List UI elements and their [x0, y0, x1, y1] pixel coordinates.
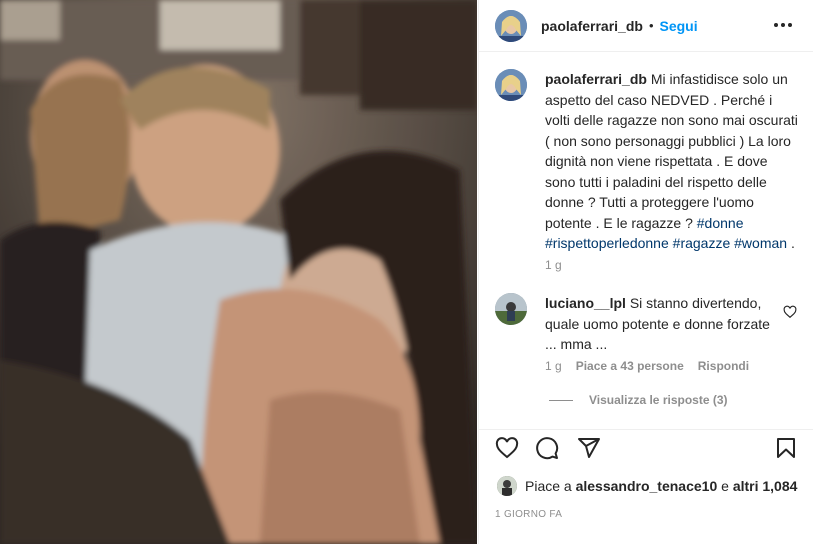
- author-username[interactable]: paolaferrari_db: [541, 18, 643, 34]
- action-bar: [479, 429, 813, 467]
- comment-meta: 1 g Piace a 43 persone Rispondi: [545, 359, 749, 373]
- share-icon[interactable]: [577, 436, 601, 460]
- caption-body: Mi infastidisce solo un aspetto del caso…: [545, 71, 798, 231]
- author-avatar[interactable]: [495, 9, 527, 42]
- likes-summary: Piace a alessandro_tenace10 e altri 1,08…: [497, 476, 797, 496]
- comment-icon[interactable]: [535, 436, 559, 460]
- commenter-avatar-image: [495, 293, 527, 325]
- caption-timestamp[interactable]: 1 g: [545, 258, 562, 272]
- comment-text: luciano__lpl Si stanno divertendo, quale…: [545, 293, 780, 355]
- reply-button[interactable]: Rispondi: [698, 359, 749, 373]
- separator-dot: •: [648, 18, 654, 33]
- likes-prefix: Piace a: [525, 478, 572, 494]
- commenter-avatar[interactable]: [495, 293, 527, 325]
- post-timestamp[interactable]: 1 GIORNO FA: [495, 509, 562, 520]
- post-side-panel: paolaferrari_db • Segui paolaferrari_db …: [478, 0, 813, 544]
- commenter-username[interactable]: luciano__lpl: [545, 295, 626, 311]
- author-avatar-image: [495, 9, 527, 42]
- caption-username[interactable]: paolaferrari_db: [545, 71, 647, 87]
- comment-timestamp[interactable]: 1 g: [545, 359, 562, 373]
- post-image[interactable]: [0, 0, 477, 544]
- liker-username[interactable]: alessandro_tenace10: [576, 478, 718, 494]
- view-replies-button[interactable]: Visualizza le risposte (3): [549, 393, 728, 407]
- comment-likes[interactable]: Piace a 43 persone: [576, 359, 684, 373]
- hashtag-donne[interactable]: #donne: [697, 215, 744, 231]
- comment: luciano__lpl Si stanno divertendo, quale…: [495, 293, 805, 355]
- view-replies-label: Visualizza le risposte (3): [589, 393, 728, 407]
- hashtag-ragazze[interactable]: #ragazze: [673, 235, 731, 251]
- caption-avatar-image: [495, 69, 527, 101]
- hashtag-woman[interactable]: #woman: [734, 235, 787, 251]
- post-header: paolaferrari_db • Segui: [479, 0, 813, 52]
- instagram-post: paolaferrari_db • Segui paolaferrari_db …: [0, 0, 813, 544]
- caption-trailing: .: [790, 235, 795, 251]
- follow-button[interactable]: Segui: [660, 18, 698, 34]
- replies-divider: [549, 399, 573, 401]
- post-photo: [0, 0, 477, 544]
- more-icon[interactable]: [772, 14, 794, 36]
- liker-avatar-image: [497, 476, 517, 496]
- hashtag-rispettoperledonne[interactable]: #rispettoperledonne: [545, 235, 669, 251]
- likes-conj: e: [721, 478, 729, 494]
- likes-others[interactable]: altri 1,084: [733, 478, 798, 494]
- caption-text: paolaferrari_db Mi infastidisce solo un …: [545, 69, 800, 254]
- caption-avatar[interactable]: [495, 69, 527, 101]
- liker-avatar[interactable]: [497, 476, 517, 496]
- comments-area[interactable]: paolaferrari_db Mi infastidisce solo un …: [479, 53, 813, 429]
- caption: paolaferrari_db Mi infastidisce solo un …: [495, 69, 800, 254]
- bookmark-icon[interactable]: [774, 436, 798, 460]
- heart-icon[interactable]: [495, 436, 519, 460]
- comment-heart-icon[interactable]: [783, 305, 797, 319]
